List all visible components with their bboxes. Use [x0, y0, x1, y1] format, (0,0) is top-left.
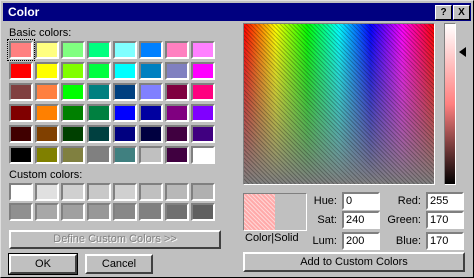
close-button[interactable]: X — [453, 5, 470, 20]
custom-color-swatch[interactable] — [61, 183, 85, 201]
basic-color-swatch[interactable] — [191, 83, 215, 101]
basic-color-swatch[interactable] — [61, 83, 85, 101]
custom-colors-label: Custom colors: — [9, 169, 83, 181]
title-bar: Color ? X — [3, 3, 471, 21]
basic-color-swatch[interactable] — [165, 104, 189, 122]
basic-color-swatch[interactable] — [139, 83, 163, 101]
basic-color-swatch[interactable] — [9, 125, 33, 143]
basic-color-swatch[interactable] — [87, 146, 111, 164]
basic-color-swatch[interactable] — [7, 39, 35, 61]
custom-color-swatch[interactable] — [61, 203, 85, 221]
color-solid-label: Color|Solid — [245, 232, 299, 244]
blue-field[interactable]: 170 — [426, 232, 464, 250]
basic-color-swatch[interactable] — [9, 62, 33, 80]
basic-color-swatch[interactable] — [87, 125, 111, 143]
basic-color-swatch[interactable] — [113, 104, 137, 122]
custom-color-swatch[interactable] — [113, 183, 137, 201]
basic-color-swatch[interactable] — [9, 83, 33, 101]
basic-color-swatch[interactable] — [35, 125, 59, 143]
basic-color-swatch[interactable] — [87, 41, 111, 59]
basic-colors-label: Basic colors: — [9, 27, 72, 39]
basic-color-swatch[interactable] — [113, 146, 137, 164]
basic-color-swatch[interactable] — [165, 125, 189, 143]
custom-color-swatch[interactable] — [191, 183, 215, 201]
basic-color-swatch[interactable] — [87, 104, 111, 122]
basic-color-swatch[interactable] — [35, 146, 59, 164]
basic-color-swatch[interactable] — [61, 125, 85, 143]
basic-color-swatch[interactable] — [87, 83, 111, 101]
basic-color-swatch[interactable] — [61, 41, 85, 59]
basic-color-swatch[interactable] — [191, 146, 215, 164]
red-field[interactable]: 255 — [426, 192, 464, 210]
basic-color-swatch[interactable] — [35, 41, 59, 59]
custom-color-swatch[interactable] — [87, 183, 111, 201]
basic-color-swatch[interactable] — [139, 62, 163, 80]
green-label: Green: — [387, 214, 421, 226]
basic-color-swatch[interactable] — [139, 41, 163, 59]
hue-field[interactable]: 0 — [342, 192, 380, 210]
basic-color-swatch[interactable] — [35, 104, 59, 122]
basic-color-swatch[interactable] — [191, 125, 215, 143]
sat-label: Sat: — [317, 214, 337, 226]
cancel-button[interactable]: Cancel — [85, 254, 153, 274]
custom-color-swatch[interactable] — [191, 203, 215, 221]
luminosity-slider[interactable] — [444, 23, 456, 185]
basic-color-swatch[interactable] — [9, 146, 33, 164]
basic-color-swatch[interactable] — [165, 62, 189, 80]
basic-color-swatch[interactable] — [61, 104, 85, 122]
custom-color-swatch[interactable] — [113, 203, 137, 221]
custom-color-swatch[interactable] — [165, 203, 189, 221]
color-dialog: Color ? X Basic colors: Custom colors: D… — [0, 0, 474, 278]
basic-color-swatch[interactable] — [165, 146, 189, 164]
basic-color-swatch[interactable] — [35, 62, 59, 80]
sat-field[interactable]: 240 — [342, 211, 380, 229]
custom-color-swatch[interactable] — [165, 183, 189, 201]
basic-color-swatch[interactable] — [35, 83, 59, 101]
basic-color-swatch[interactable] — [191, 62, 215, 80]
red-label: Red: — [397, 195, 421, 207]
custom-color-swatch[interactable] — [87, 203, 111, 221]
basic-color-swatch[interactable] — [87, 62, 111, 80]
lum-field[interactable]: 200 — [342, 232, 380, 250]
basic-color-swatch[interactable] — [139, 104, 163, 122]
basic-color-swatch[interactable] — [113, 41, 137, 59]
green-field[interactable]: 170 — [426, 211, 464, 229]
basic-color-swatch[interactable] — [139, 146, 163, 164]
custom-color-swatch[interactable] — [9, 183, 33, 201]
basic-color-swatch[interactable] — [61, 62, 85, 80]
hue-label: Hue: — [313, 195, 337, 207]
color-spectrum[interactable] — [243, 23, 435, 185]
basic-color-swatch[interactable] — [113, 83, 137, 101]
basic-color-swatch[interactable] — [191, 104, 215, 122]
blue-label: Blue: — [395, 235, 421, 247]
basic-color-swatch[interactable] — [113, 125, 137, 143]
window-title: Color — [8, 5, 40, 19]
ok-button[interactable]: OK — [8, 253, 78, 275]
custom-color-swatch[interactable] — [139, 203, 163, 221]
color-swatch — [244, 194, 275, 230]
basic-color-swatch[interactable] — [165, 83, 189, 101]
custom-color-swatch[interactable] — [9, 203, 33, 221]
custom-color-swatch[interactable] — [139, 183, 163, 201]
basic-color-swatch[interactable] — [139, 125, 163, 143]
add-to-custom-colors-button[interactable]: Add to Custom Colors — [243, 252, 465, 272]
basic-color-swatch[interactable] — [165, 41, 189, 59]
custom-color-swatch[interactable] — [35, 183, 59, 201]
basic-color-swatch[interactable] — [113, 62, 137, 80]
help-button[interactable]: ? — [435, 5, 452, 20]
basic-color-swatch[interactable] — [191, 41, 215, 59]
define-custom-colors-button[interactable]: Define Custom Colors >> — [9, 230, 221, 249]
luminosity-arrow-icon[interactable] — [459, 47, 466, 57]
basic-color-swatch[interactable] — [61, 146, 85, 164]
basic-color-swatch[interactable] — [9, 104, 33, 122]
lum-label: Lum: — [312, 235, 337, 247]
custom-color-swatch[interactable] — [35, 203, 59, 221]
